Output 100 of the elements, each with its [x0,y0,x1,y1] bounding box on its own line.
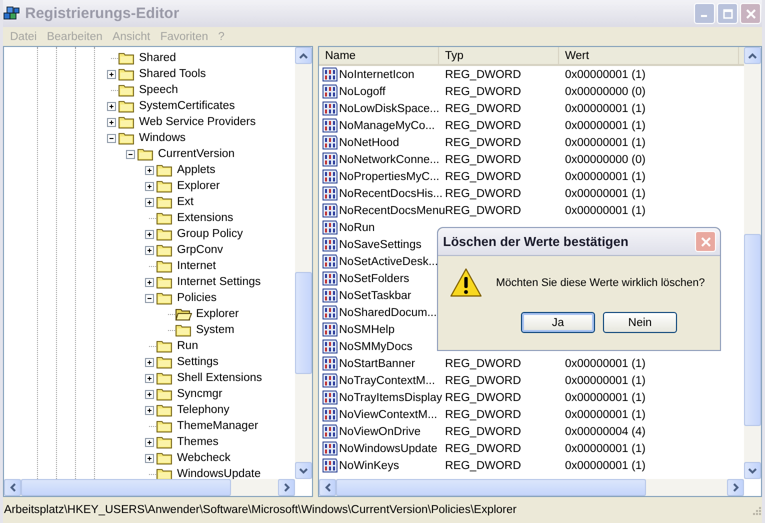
scrollbar[interactable] [295,47,312,479]
tree-item[interactable]: Internet Settings [176,276,262,288]
value-type: REG_DWORD [444,102,522,114]
value-name[interactable]: NoInternetIcon [339,68,414,80]
tree-item[interactable]: Windows [138,132,187,144]
expand-icon[interactable] [145,166,154,174]
expand-icon[interactable] [145,454,154,462]
scroll-thumb[interactable] [295,272,312,374]
column-header[interactable]: Wert [559,47,739,64]
expand-icon[interactable] [107,102,116,110]
value-name[interactable]: NoLowDiskSpace... [339,102,440,114]
value-type: REG_DWORD [444,86,522,98]
value-name[interactable]: NoNetHood [339,136,400,148]
value-data: 0x00000001 (1) [564,68,647,80]
expand-icon[interactable] [145,198,154,206]
tree-item[interactable]: Explorer [195,308,240,320]
tree-item[interactable]: Extensions [176,212,234,224]
value-name[interactable]: NoStartBanner [339,358,416,370]
value-name[interactable]: NoSetFolders [339,272,410,284]
resize-grip-icon[interactable] [751,504,762,516]
value-name[interactable]: NoSetActiveDesk... [339,256,438,268]
tree-item[interactable]: System [195,324,236,336]
tree-item[interactable]: Shell Extensions [176,372,264,384]
value-data: 0x00000001 (1) [564,442,647,454]
tree-item[interactable]: Run [176,340,200,352]
dialog-button[interactable]: Nein [603,312,677,333]
value-data: 0x00000000 (0) [564,86,647,98]
expand-icon[interactable] [145,278,154,286]
value-name[interactable]: NoWinKeys [339,460,400,472]
expand-icon[interactable] [145,374,154,382]
tree-item[interactable]: Internet [176,260,217,272]
tree-item[interactable]: Telephony [176,404,230,416]
tree-item[interactable]: Web Service Providers [138,116,257,128]
column-header[interactable]: Typ [439,47,559,64]
tree-item[interactable]: Themes [176,436,220,448]
expand-icon[interactable] [145,406,154,414]
expand-icon[interactable] [107,118,116,126]
tree-item[interactable]: Speech [138,84,180,96]
scroll-thumb[interactable] [21,479,231,496]
scroll-down-button[interactable] [744,462,761,479]
tree-item[interactable]: Policies [176,292,218,304]
tree-item[interactable]: Settings [176,356,220,368]
tree-item[interactable]: SystemCertificates [138,100,236,112]
value-name[interactable]: NoSharedDocum... [339,306,437,318]
scrollbar[interactable] [319,479,744,496]
value-name[interactable]: NoManageMyCo... [339,120,435,132]
value-name[interactable]: NoSaveSettings [339,238,422,250]
value-name[interactable]: NoSMHelp [339,324,395,336]
scroll-down-button[interactable] [295,462,312,479]
tree-item[interactable]: Shared Tools [138,68,207,80]
scroll-left-button[interactable] [319,479,336,496]
scroll-up-button[interactable] [295,47,312,64]
chevron-up-icon [748,52,757,58]
expand-icon[interactable] [145,438,154,446]
value-name[interactable]: NoTrayItemsDisplay [339,392,442,404]
value-name[interactable]: NoPropertiesMyC... [339,170,440,182]
column-header[interactable]: Name [319,47,439,64]
expand-icon[interactable] [107,70,116,78]
tree-item[interactable]: ThemeManager [176,420,260,432]
tree-item[interactable]: GrpConv [176,244,224,256]
value-name[interactable]: NoRecentDocsMenu [339,204,446,216]
window-title: Registrierungs-Editor [25,5,180,22]
tree-item[interactable]: Ext [176,196,195,208]
scroll-thumb[interactable] [336,479,646,496]
dialog-button[interactable]: Ja [521,312,595,333]
binary-value-icon [322,101,338,116]
tree-item[interactable]: Webcheck [176,452,232,464]
expand-icon[interactable] [145,358,154,366]
scrollbar[interactable] [4,479,295,496]
tree-item[interactable]: Explorer [176,180,221,192]
value-name[interactable]: NoWindowsUpdate [339,442,438,454]
value-name[interactable]: NoRecentDocsHis... [339,188,443,200]
collapse-icon[interactable] [126,150,135,158]
value-type: REG_DWORD [444,358,522,370]
value-name[interactable]: NoViewContextM... [339,408,438,420]
value-name[interactable]: NoViewOnDrive [339,426,421,438]
expand-icon[interactable] [145,246,154,254]
tree-item[interactable]: Shared [138,52,178,64]
value-name[interactable]: NoSetTaskbar [339,290,412,302]
collapse-icon[interactable] [145,294,154,302]
tree-item[interactable]: Group Policy [176,228,244,240]
tree-item[interactable]: Syncmgr [176,388,224,400]
value-name[interactable]: NoRun [339,222,375,234]
expand-icon[interactable] [145,390,154,398]
scroll-thumb[interactable] [744,234,761,426]
scroll-right-button[interactable] [278,479,295,496]
scroll-right-button[interactable] [727,479,744,496]
tree-item[interactable]: Applets [176,164,216,176]
value-data: 0x00000001 (1) [564,170,647,182]
scroll-up-button[interactable] [744,47,761,64]
collapse-icon[interactable] [107,134,116,142]
expand-icon[interactable] [145,230,154,238]
value-name[interactable]: NoLogoff [339,86,386,98]
expand-icon[interactable] [145,182,154,190]
scroll-left-button[interactable] [4,479,21,496]
value-name[interactable]: NoNetworkConne... [339,154,440,166]
value-name[interactable]: NoTrayContextM... [339,374,436,386]
scrollbar[interactable] [744,47,761,479]
value-name[interactable]: NoSMMyDocs [339,340,412,352]
tree-item[interactable]: CurrentVersion [157,148,236,160]
